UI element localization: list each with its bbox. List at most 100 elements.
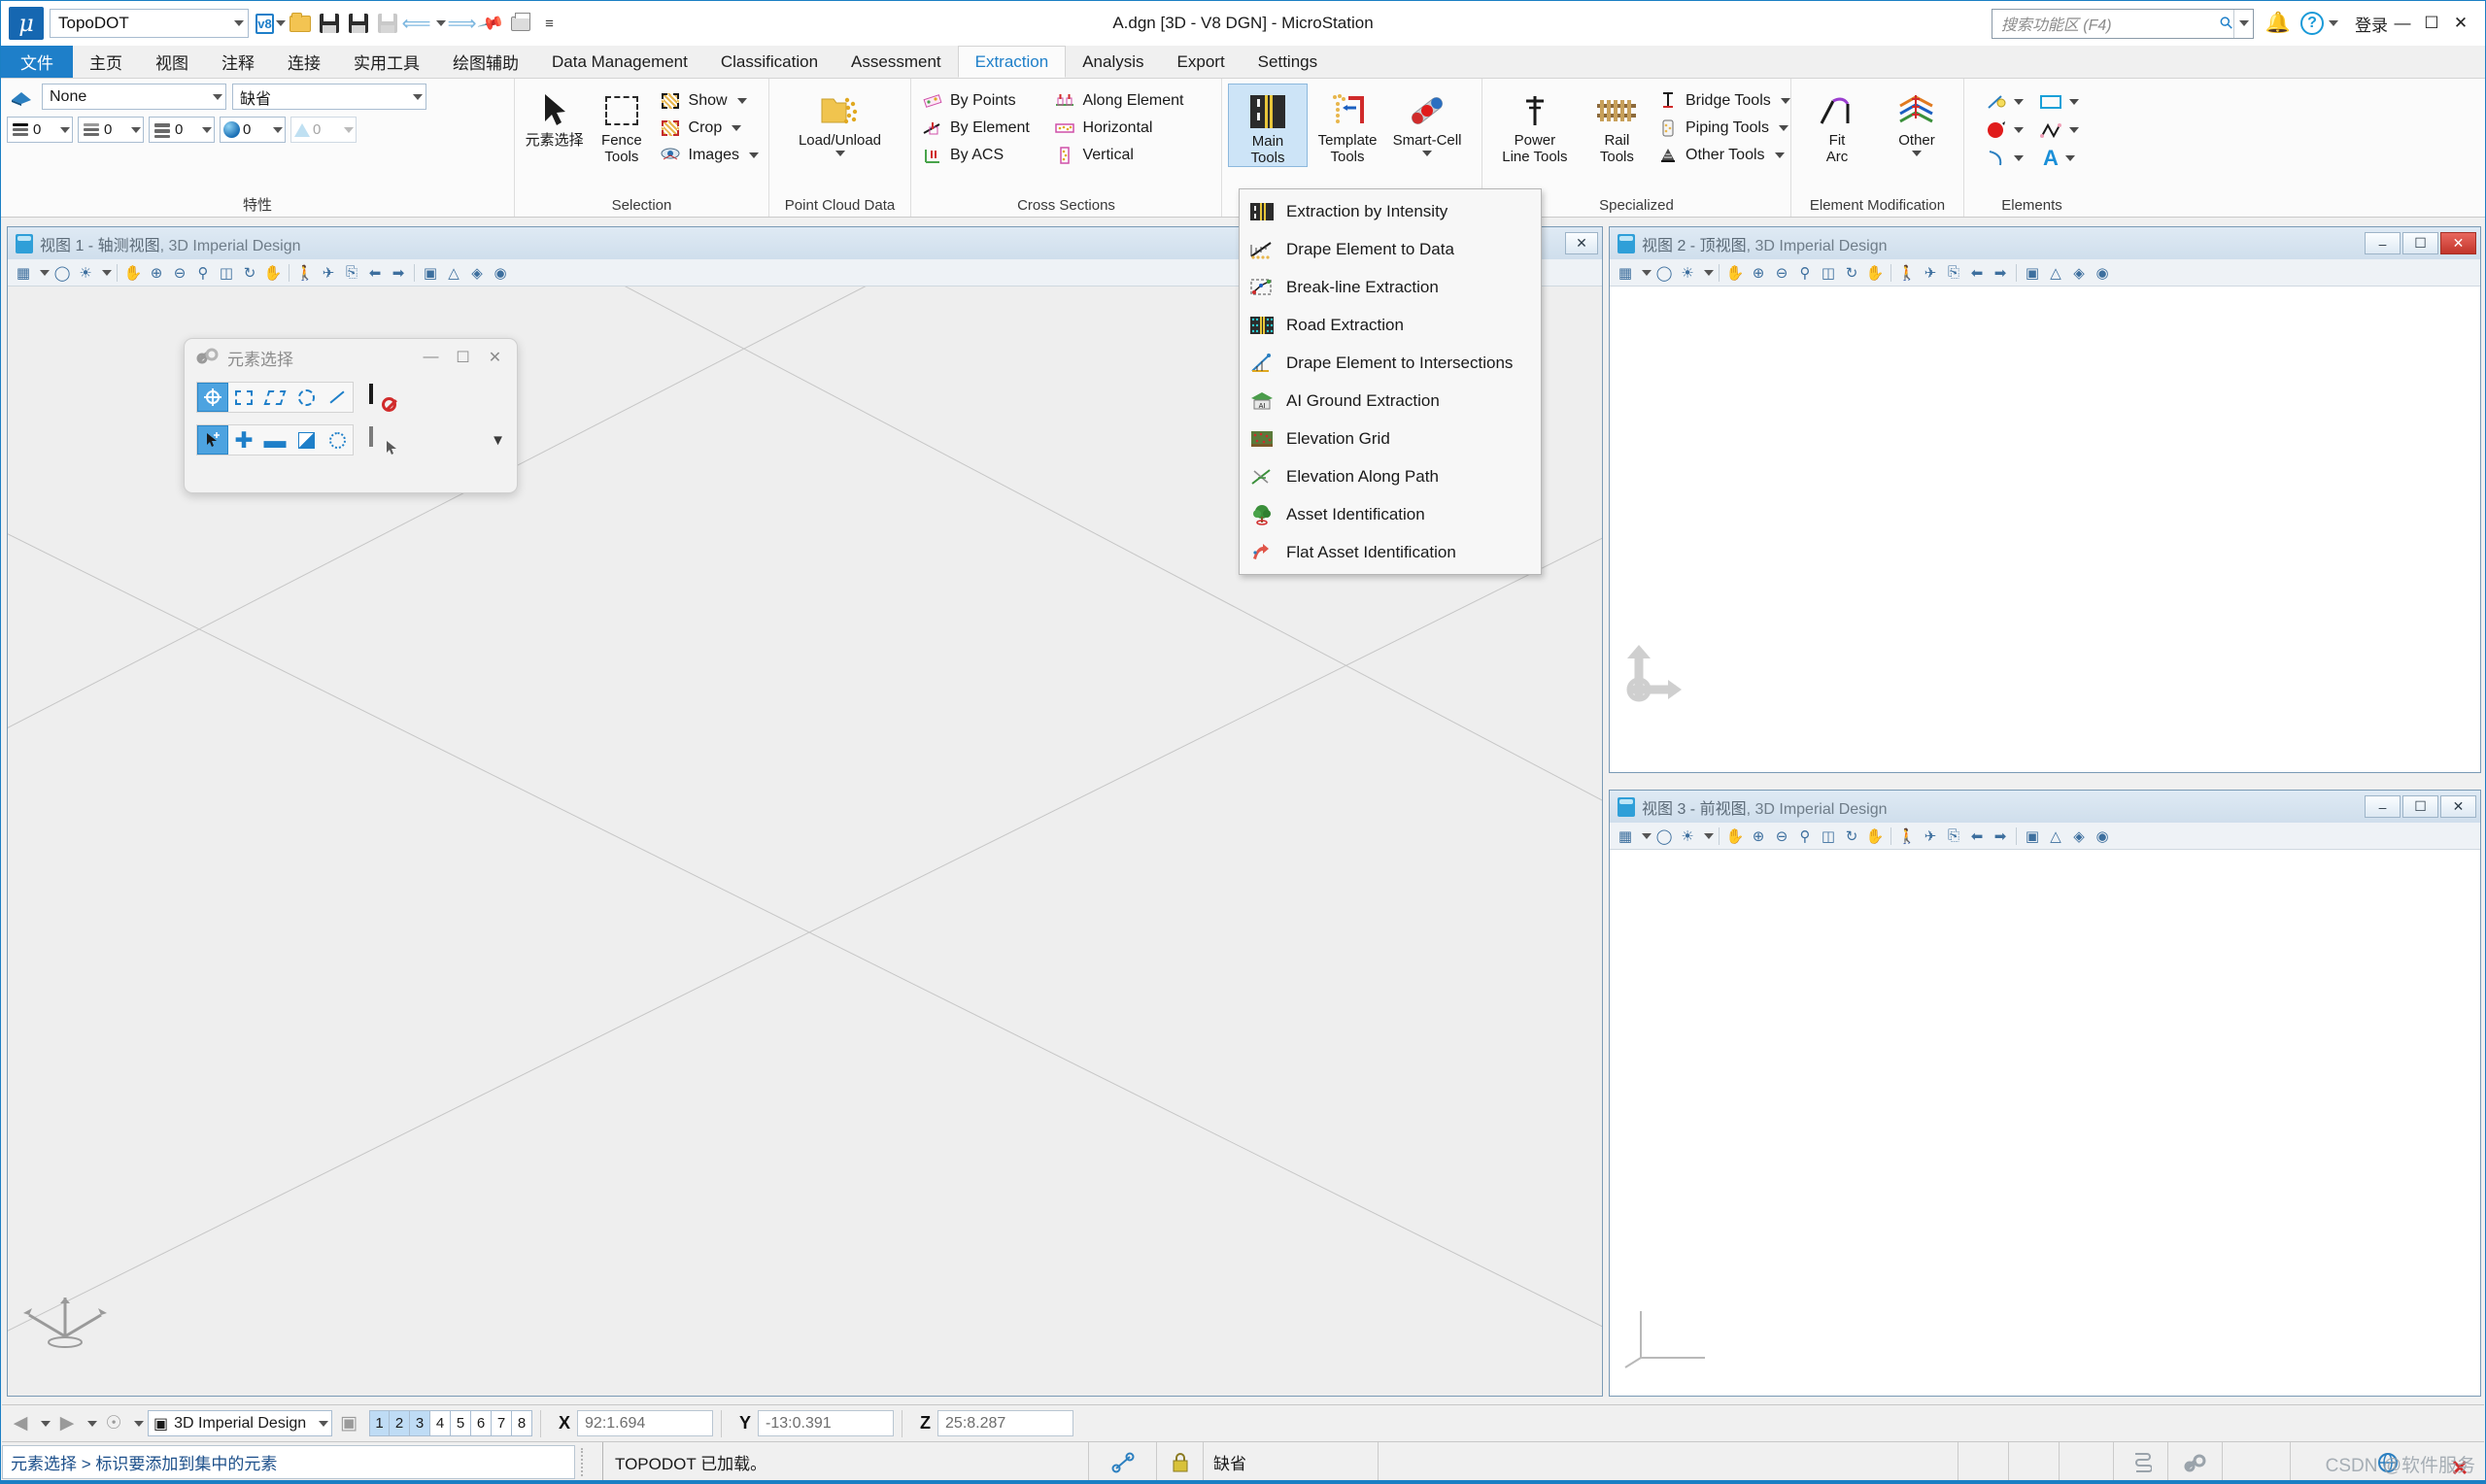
dialog-title-bar[interactable]: 元素选择 — ☐ ✕ bbox=[185, 339, 517, 376]
view3-minimize-button[interactable]: – bbox=[2365, 795, 2401, 818]
element-selection-button[interactable]: 元素选择 bbox=[521, 84, 588, 149]
by-acs-button[interactable]: By ACS bbox=[917, 142, 1049, 169]
pointer-selection-icon[interactable] bbox=[369, 426, 396, 455]
pan-view-icon[interactable]: ✋ bbox=[262, 262, 284, 284]
mode-subtract-button[interactable]: ▬ bbox=[259, 425, 290, 455]
sign-in-link[interactable]: 登录 bbox=[2355, 12, 2388, 36]
view-toggle-7[interactable]: 7 bbox=[492, 1410, 512, 1436]
view-toggle-6[interactable]: 6 bbox=[471, 1410, 492, 1436]
place-rectangle-button[interactable] bbox=[2032, 87, 2087, 116]
fly-icon[interactable]: ✈ bbox=[1920, 826, 1941, 847]
tab-export[interactable]: Export bbox=[1161, 46, 1242, 78]
view3-maximize-button[interactable]: ☐ bbox=[2402, 795, 2438, 818]
v8-format-icon[interactable]: v8 bbox=[255, 11, 286, 37]
zoom-out-icon[interactable]: ⊖ bbox=[169, 262, 190, 284]
place-circle-button[interactable] bbox=[1978, 116, 2032, 144]
place-line-button[interactable] bbox=[1978, 87, 2032, 116]
lighting-icon[interactable]: ☀ bbox=[1677, 826, 1698, 847]
rail-tools-button[interactable]: Rail Tools bbox=[1582, 84, 1652, 165]
view-forward-icon[interactable]: ➡ bbox=[388, 262, 409, 284]
line-weight-spinner[interactable]: 0 bbox=[149, 117, 215, 143]
tab-annotate[interactable]: 注释 bbox=[205, 46, 271, 78]
load-unload-button[interactable]: Load/Unload bbox=[777, 84, 903, 156]
next-model-icon[interactable]: ▶ bbox=[54, 1411, 80, 1436]
help-icon[interactable]: ? bbox=[2300, 12, 2324, 35]
show-button[interactable]: Show bbox=[656, 87, 763, 115]
menu-item-road-extraction[interactable]: Road Extraction bbox=[1240, 306, 1541, 344]
menu-item-extraction-by-intensity[interactable]: Extraction by Intensity bbox=[1240, 192, 1541, 230]
fit-view-icon[interactable]: ◫ bbox=[216, 262, 237, 284]
template-tools-button[interactable]: Template Tools bbox=[1308, 84, 1387, 165]
redo-icon[interactable]: ⟹ bbox=[447, 11, 476, 37]
view-toggle-5[interactable]: 5 bbox=[451, 1410, 471, 1436]
previous-model-icon[interactable]: ◀ bbox=[8, 1411, 33, 1436]
no-selection-icon[interactable] bbox=[369, 384, 396, 412]
view3-canvas[interactable] bbox=[1610, 850, 2480, 1396]
clip-mask-icon[interactable]: ◈ bbox=[2068, 262, 2090, 284]
display-style-icon[interactable]: ◯ bbox=[1653, 826, 1675, 847]
view-toggle-2[interactable]: 2 bbox=[390, 1410, 410, 1436]
zoom-in-icon[interactable]: ⊕ bbox=[1748, 826, 1769, 847]
view3-title-bar[interactable]: 视图 3 - 前视图, 3D Imperial Design – ☐ ✕ bbox=[1610, 791, 2480, 823]
place-arc-button[interactable] bbox=[1978, 144, 2032, 172]
view-groups-icon[interactable]: ▣ bbox=[336, 1411, 361, 1436]
workspace-combo[interactable]: TopoDOT bbox=[50, 9, 249, 38]
tab-settings[interactable]: Settings bbox=[1242, 46, 1334, 78]
view-back-icon[interactable]: ⬅ bbox=[1966, 262, 1988, 284]
horizontal-button[interactable]: Horizontal bbox=[1049, 115, 1215, 142]
fly-icon[interactable]: ✈ bbox=[318, 262, 339, 284]
clip-volume-icon[interactable]: △ bbox=[2045, 262, 2066, 284]
print-icon[interactable] bbox=[507, 11, 533, 37]
bridge-tools-button[interactable]: Bridge Tools bbox=[1652, 87, 1790, 115]
view2-minimize-button[interactable]: – bbox=[2365, 232, 2401, 254]
tab-classification[interactable]: Classification bbox=[704, 46, 834, 78]
color-spinner[interactable]: 0 bbox=[7, 117, 73, 143]
tab-assessment[interactable]: Assessment bbox=[834, 46, 958, 78]
pin-icon[interactable]: 📌 bbox=[477, 9, 505, 37]
mode-add-button[interactable]: ✚ bbox=[228, 425, 259, 455]
walk-icon[interactable]: 🚶 bbox=[1896, 262, 1918, 284]
power-line-tools-button[interactable]: Power Line Tools bbox=[1488, 84, 1582, 165]
active-level-status[interactable]: 缺省 bbox=[1203, 1442, 1378, 1482]
pan-view-icon[interactable]: ✋ bbox=[1864, 262, 1886, 284]
dialog-close-button[interactable]: ✕ bbox=[479, 343, 511, 372]
z-field[interactable]: 25:8.287 bbox=[937, 1410, 1074, 1436]
window-area-icon[interactable]: ⚲ bbox=[1794, 826, 1816, 847]
view-forward-icon[interactable]: ➡ bbox=[1990, 262, 2011, 284]
by-element-button[interactable]: By Element bbox=[917, 115, 1049, 142]
rotate-view-icon[interactable]: ↻ bbox=[239, 262, 260, 284]
tab-file[interactable]: 文件 bbox=[1, 46, 73, 78]
menu-item-flat-asset-identification[interactable]: Flat Asset Identification bbox=[1240, 533, 1541, 571]
fit-view-icon[interactable]: ◫ bbox=[1818, 262, 1839, 284]
clip-mask-icon[interactable]: ◈ bbox=[466, 262, 488, 284]
tab-drawing-aids[interactable]: 绘图辅助 bbox=[436, 46, 535, 78]
view-toggle-1[interactable]: 1 bbox=[369, 1410, 390, 1436]
clip-volume-icon[interactable]: △ bbox=[2045, 826, 2066, 847]
line-style-spinner[interactable]: 0 bbox=[78, 117, 144, 143]
crop-button[interactable]: Crop bbox=[656, 115, 763, 142]
dialog-maximize-button[interactable]: ☐ bbox=[447, 343, 479, 372]
other-tools-button[interactable]: Other Tools bbox=[1652, 142, 1785, 169]
menu-item-drape-element-to-intersections[interactable]: Drape Element to Intersections bbox=[1240, 344, 1541, 382]
fit-arc-button[interactable]: Fit Arc bbox=[1797, 84, 1877, 165]
zoom-out-icon[interactable]: ⊖ bbox=[1771, 826, 1792, 847]
menu-item-break-line-extraction[interactable]: Break-line Extraction bbox=[1240, 268, 1541, 306]
by-points-button[interactable]: By Points bbox=[917, 87, 1049, 115]
view-back-icon[interactable]: ⬅ bbox=[364, 262, 386, 284]
more-commands-icon[interactable]: ≡ bbox=[536, 11, 562, 37]
select-individual-button[interactable] bbox=[197, 383, 228, 412]
fly-icon[interactable]: ✈ bbox=[1920, 262, 1941, 284]
dialog-minimize-button[interactable]: — bbox=[415, 343, 447, 372]
place-text-button[interactable]: A bbox=[2032, 144, 2087, 172]
tab-extraction[interactable]: Extraction bbox=[957, 46, 1067, 78]
view-previous-icon[interactable]: ⎘ bbox=[1943, 262, 1964, 284]
print-preview-button[interactable] bbox=[2113, 1442, 2167, 1482]
walk-icon[interactable]: 🚶 bbox=[1896, 826, 1918, 847]
tab-home[interactable]: 主页 bbox=[73, 46, 139, 78]
view-toggle-3[interactable]: 3 bbox=[410, 1410, 430, 1436]
lock-toggle[interactable] bbox=[1156, 1442, 1203, 1482]
lighting-icon[interactable]: ☀ bbox=[1677, 262, 1698, 284]
view2-maximize-button[interactable]: ☐ bbox=[2402, 232, 2438, 254]
fence-tools-button[interactable]: Fence Tools bbox=[588, 84, 655, 165]
display-style-icon[interactable]: ◯ bbox=[51, 262, 73, 284]
